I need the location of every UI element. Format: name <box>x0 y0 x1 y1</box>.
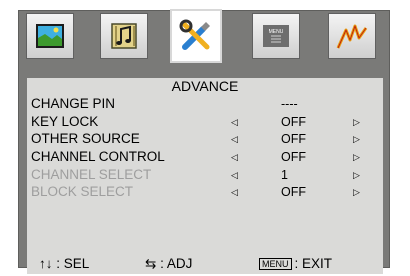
picture-icon <box>36 24 64 48</box>
right-arrow-icon[interactable]: ▷ <box>353 132 360 146</box>
setting-value: OFF <box>281 150 306 164</box>
setting-label: BLOCK SELECT <box>31 184 134 199</box>
hint-select: ↑↓ : SEL <box>39 256 90 271</box>
setting-key-lock[interactable]: KEY LOCK ◁ OFF ▷ <box>27 114 383 130</box>
menu-key-icon: MENU <box>259 258 292 271</box>
right-arrow-icon: ▷ <box>353 187 360 197</box>
setting-other-source[interactable]: OTHER SOURCE ◁ OFF ▷ <box>27 131 383 147</box>
left-arrow-icon: ◁ <box>231 187 238 197</box>
setting-value: OFF <box>281 115 306 129</box>
left-arrow-icon[interactable]: ◁ <box>231 132 238 146</box>
left-arrow-icon[interactable]: ◁ <box>231 115 238 129</box>
hint-exit: MENU: EXIT <box>259 254 332 274</box>
up-down-arrows-icon: ↑↓ <box>39 256 53 271</box>
menu-tab-bar: MENU <box>20 9 388 75</box>
setting-block-select: BLOCK SELECT ◁ OFF ▷ <box>27 184 383 200</box>
setting-label: CHANNEL CONTROL <box>31 149 165 164</box>
antenna-icon <box>336 24 368 49</box>
tab-picture[interactable] <box>26 13 74 59</box>
setting-label: CHANGE PIN <box>31 96 116 111</box>
tab-channel[interactable] <box>328 13 376 59</box>
left-arrow-icon: ◁ <box>231 170 238 180</box>
tools-icon <box>179 19 210 50</box>
setting-value: OFF <box>281 132 306 146</box>
left-right-arrows-icon: ⇆ <box>145 256 157 271</box>
setting-label: KEY LOCK <box>31 114 99 129</box>
footer-hints: ↑↓ : SEL ⇆ : ADJ MENU: EXIT <box>27 254 383 274</box>
svg-text:MENU: MENU <box>269 29 284 35</box>
hint-adjust: ⇆ : ADJ <box>145 256 193 271</box>
music-note-icon <box>111 23 137 49</box>
menu-icon: MENU <box>263 25 289 47</box>
tab-tools[interactable] <box>170 9 222 63</box>
right-arrow-icon: ▷ <box>353 170 360 180</box>
setting-value: OFF <box>281 185 306 199</box>
setting-channel-select: CHANNEL SELECT ◁ 1 ▷ <box>27 167 383 183</box>
right-arrow-icon[interactable]: ▷ <box>353 115 360 129</box>
advance-panel: ADVANCE CHANGE PIN ---- KEY LOCK ◁ OFF ▷… <box>27 78 383 254</box>
setting-change-pin[interactable]: CHANGE PIN ---- <box>27 96 383 112</box>
right-arrow-icon[interactable]: ▷ <box>353 150 360 164</box>
setting-value: 1 <box>281 168 288 182</box>
setting-channel-control[interactable]: CHANNEL CONTROL ◁ OFF ▷ <box>27 149 383 165</box>
setting-label: OTHER SOURCE <box>31 131 140 146</box>
tab-audio[interactable] <box>100 13 148 59</box>
tab-menu[interactable]: MENU <box>252 13 300 59</box>
left-arrow-icon[interactable]: ◁ <box>231 150 238 164</box>
setting-label: CHANNEL SELECT <box>31 167 152 182</box>
panel-title: ADVANCE <box>171 78 239 94</box>
setting-value: ---- <box>281 97 298 111</box>
